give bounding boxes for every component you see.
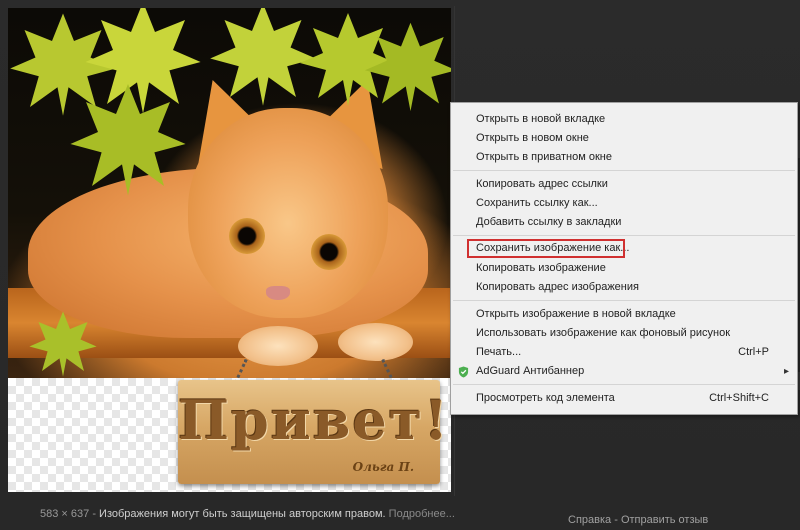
menu-item-adguard[interactable]: AdGuard Антибаннер ▸: [451, 362, 797, 381]
shortcut-label: Ctrl+Shift+C: [709, 392, 769, 404]
kitten-paw: [338, 323, 413, 361]
context-menu: Открыть в новой вкладке Открыть в новом …: [450, 102, 798, 415]
shortcut-label: Ctrl+P: [738, 346, 769, 358]
copyright-warning: Изображения могут быть защищены авторски…: [99, 508, 386, 520]
shield-check-icon: [458, 366, 469, 378]
menu-item-open-image-new-tab[interactable]: Открыть изображение в новой вкладке: [451, 305, 797, 324]
menu-separator: [453, 170, 795, 171]
kitten-eye-right: [311, 234, 347, 270]
menu-item-set-as-background[interactable]: Использовать изображение как фоновый рис…: [451, 324, 797, 343]
menu-item-save-link-as[interactable]: Сохранить ссылку как...: [451, 194, 797, 213]
menu-separator: [453, 300, 795, 301]
wooden-sign: Привет! Ольга П.: [178, 380, 450, 484]
send-feedback-link[interactable]: Отправить отзыв: [621, 514, 708, 526]
footer-separator: -: [614, 514, 618, 526]
chevron-right-icon: ▸: [783, 366, 789, 377]
image-dimensions: 583 × 637: [40, 508, 90, 520]
menu-item-inspect-element[interactable]: Просмотреть код элемента Ctrl+Shift+C: [451, 389, 797, 408]
image-info-bar: 583 × 637 - Изображения могут быть защищ…: [40, 508, 455, 520]
kitten-paw: [238, 326, 318, 366]
menu-item-print[interactable]: Печать... Ctrl+P: [451, 343, 797, 362]
maple-leaf-icon: [68, 78, 188, 198]
kitten-eye-left: [229, 218, 265, 254]
preview-image[interactable]: Привет! Ольга П.: [8, 8, 451, 492]
menu-item-bookmark-link[interactable]: Добавить ссылку в закладки: [451, 213, 797, 232]
menu-item-open-new-tab[interactable]: Открыть в новой вкладке: [451, 110, 797, 129]
menu-item-open-private-window[interactable]: Открыть в приватном окне: [451, 148, 797, 167]
highlight-box: [467, 239, 625, 258]
sign-text: Привет!: [178, 388, 450, 452]
maple-leaf-icon: [13, 308, 113, 378]
menu-item-copy-link-address[interactable]: Копировать адрес ссылки: [451, 175, 797, 194]
help-link[interactable]: Справка: [568, 514, 611, 526]
footer-separator: -: [92, 508, 96, 520]
menu-item-copy-image[interactable]: Копировать изображение: [451, 259, 797, 278]
menu-item-copy-image-address[interactable]: Копировать адрес изображения: [451, 278, 797, 297]
menu-separator: [453, 384, 795, 385]
kitten-head: [188, 108, 388, 318]
maple-leaf-icon: [363, 18, 451, 113]
menu-separator: [453, 235, 795, 236]
more-info-link[interactable]: Подробнее...: [389, 508, 455, 520]
menu-item-open-new-window[interactable]: Открыть в новом окне: [451, 129, 797, 148]
sign-signature: Ольга П.: [352, 460, 414, 474]
kitten-nose: [266, 286, 290, 300]
footer-links: Справка - Отправить отзыв: [568, 514, 708, 526]
